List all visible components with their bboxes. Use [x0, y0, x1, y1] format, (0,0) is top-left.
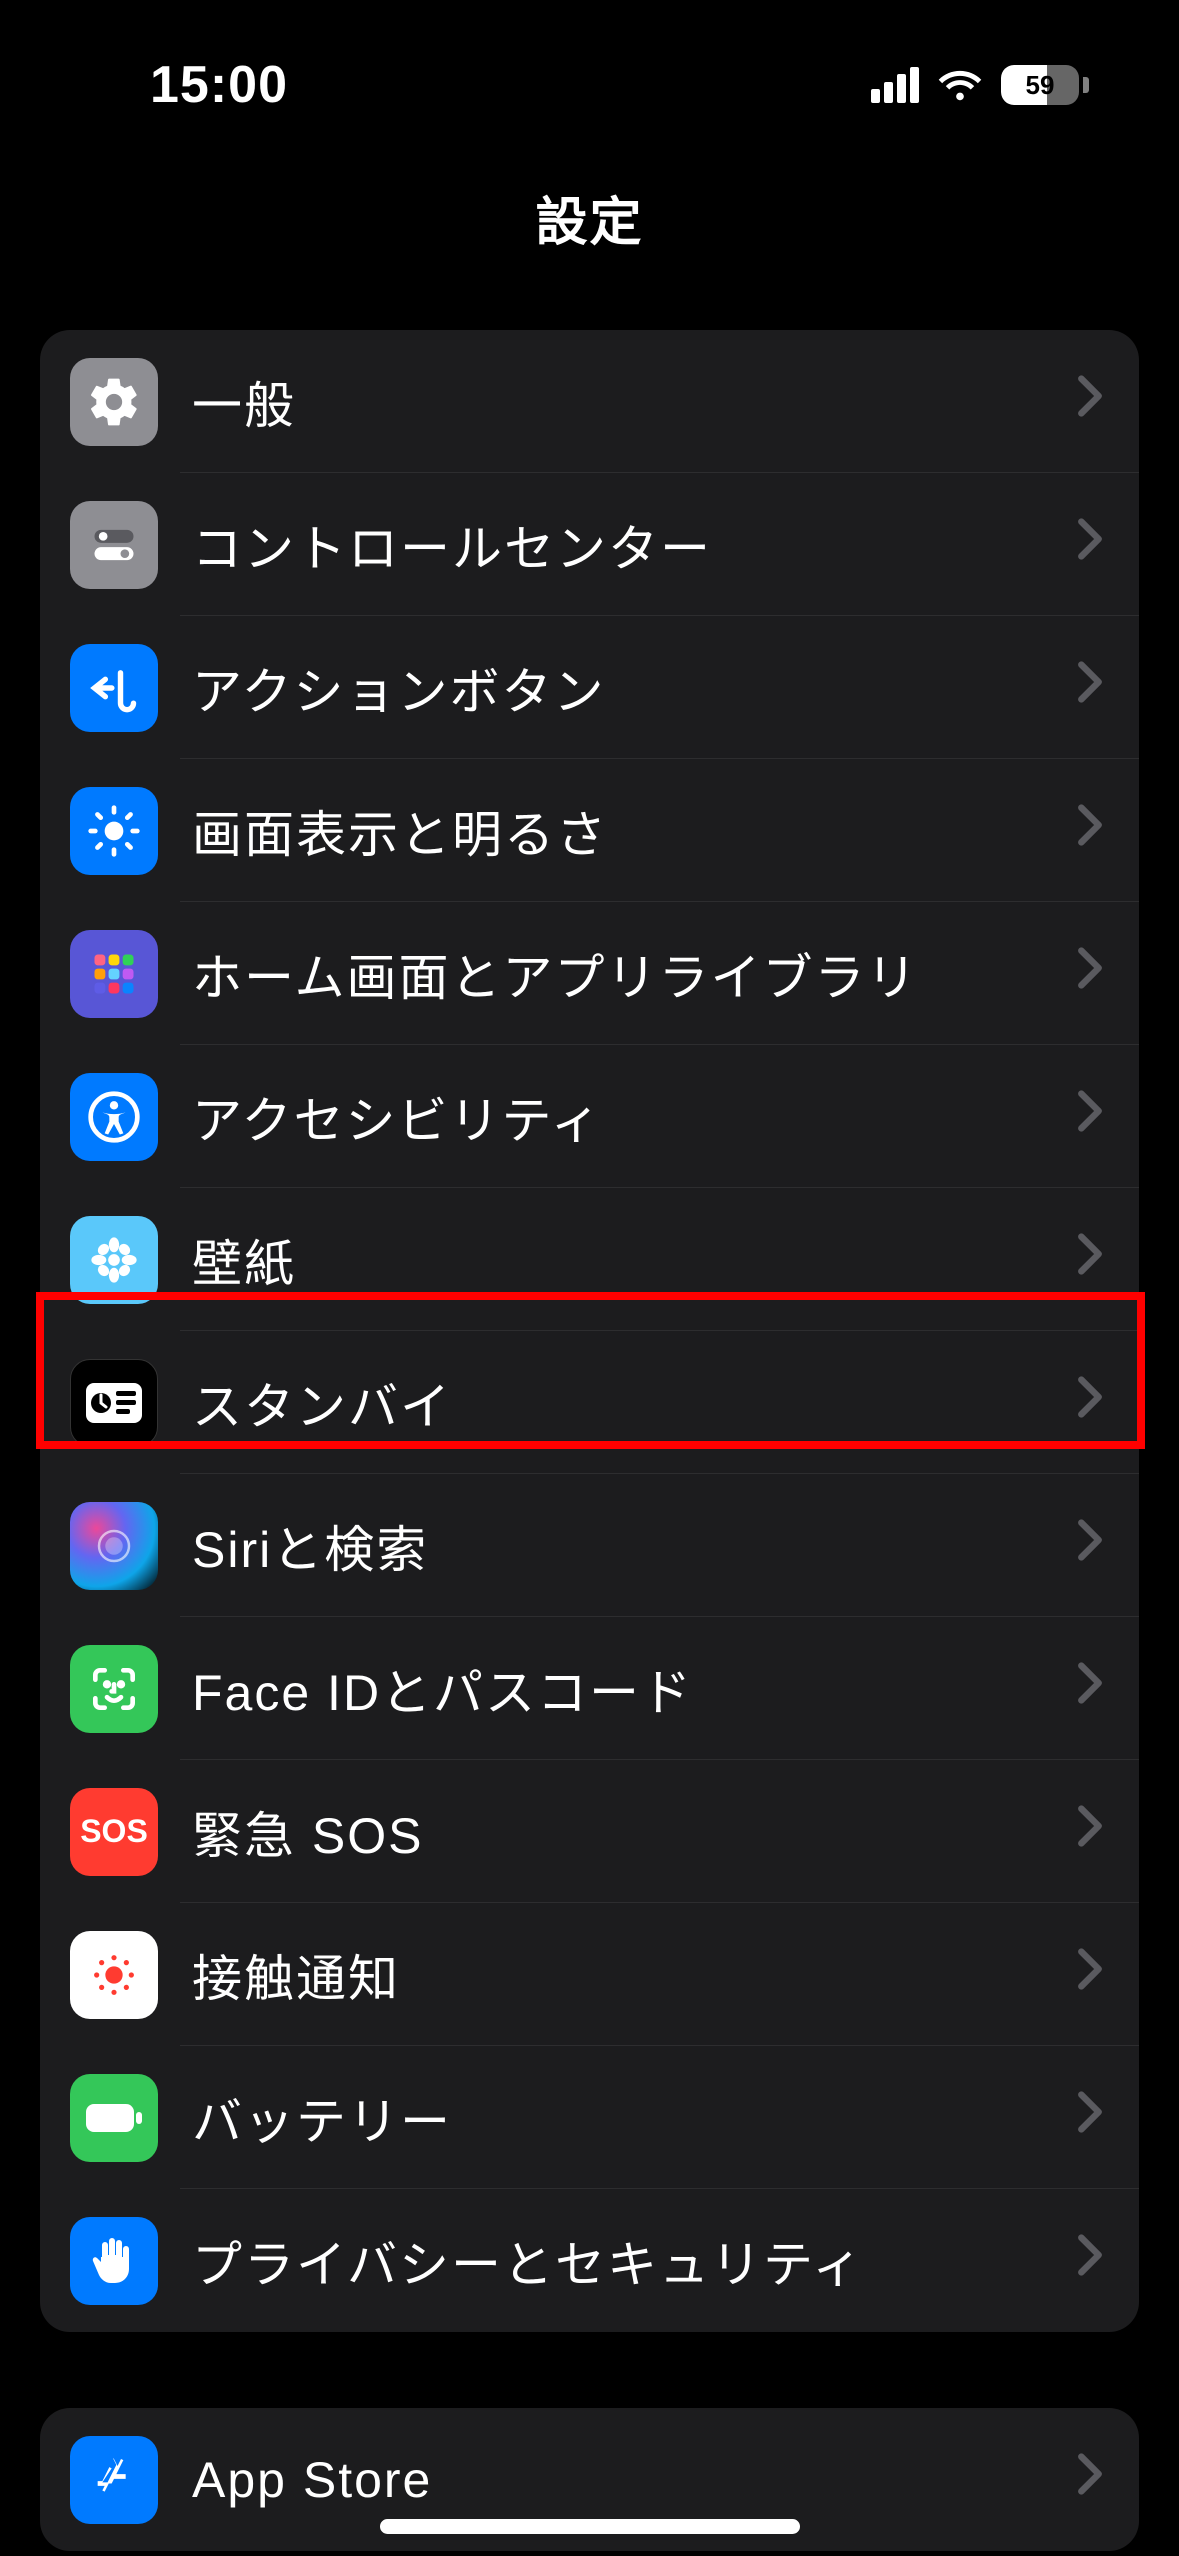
chevron-right-icon — [1077, 517, 1103, 573]
action-button-icon — [70, 644, 158, 732]
row-label: スタンバイ — [192, 1367, 1077, 1439]
settings-row-display[interactable]: 画面表示と明るさ — [40, 759, 1139, 902]
chevron-right-icon — [1077, 1232, 1103, 1288]
cellular-signal-icon — [871, 67, 919, 103]
settings-content[interactable]: 一般 コントロールセンター アクションボタン 画面表示と明るさ — [0, 300, 1179, 2556]
chevron-right-icon — [1077, 374, 1103, 430]
battery-indicator: 59 — [1001, 65, 1089, 105]
toggles-icon — [70, 501, 158, 589]
standby-icon — [70, 1359, 158, 1447]
row-label: プライバシーとセキュリティ — [192, 2225, 1077, 2297]
home-indicator[interactable] — [380, 2519, 800, 2534]
chevron-right-icon — [1077, 2452, 1103, 2508]
row-label: 壁紙 — [192, 1224, 1077, 1296]
flower-icon — [70, 1216, 158, 1304]
chevron-right-icon — [1077, 1375, 1103, 1431]
row-label: 画面表示と明るさ — [192, 795, 1077, 867]
settings-row-siri[interactable]: Siriと検索 — [40, 1474, 1139, 1617]
chevron-right-icon — [1077, 1518, 1103, 1574]
chevron-right-icon — [1077, 1661, 1103, 1717]
settings-row-sos[interactable]: SOS 緊急 SOS — [40, 1760, 1139, 1903]
settings-row-action-button[interactable]: アクションボタン — [40, 616, 1139, 759]
sos-icon: SOS — [70, 1788, 158, 1876]
chevron-right-icon — [1077, 1804, 1103, 1860]
exposure-notification-icon — [70, 1931, 158, 2019]
page-title: 設定 — [0, 180, 1179, 255]
chevron-right-icon — [1077, 1089, 1103, 1145]
row-label: Face IDとパスコード — [192, 1653, 1077, 1725]
settings-row-accessibility[interactable]: アクセシビリティ — [40, 1045, 1139, 1188]
row-label: アクションボタン — [192, 652, 1077, 724]
status-indicators: 59 — [871, 65, 1089, 106]
row-label: コントロールセンター — [192, 509, 1077, 581]
settings-row-wallpaper[interactable]: 壁紙 — [40, 1188, 1139, 1331]
accessibility-icon — [70, 1073, 158, 1161]
gear-icon — [70, 358, 158, 446]
chevron-right-icon — [1077, 1947, 1103, 2003]
navigation-bar: 設定 — [0, 180, 1179, 255]
settings-row-battery[interactable]: バッテリー — [40, 2046, 1139, 2189]
row-label: 緊急 SOS — [192, 1796, 1077, 1868]
face-id-icon — [70, 1645, 158, 1733]
row-label: App Store — [192, 2451, 1077, 2509]
status-bar: 15:00 59 — [0, 0, 1179, 140]
battery-icon — [70, 2074, 158, 2162]
chevron-right-icon — [1077, 2233, 1103, 2289]
row-label: Siriと検索 — [192, 1510, 1077, 1582]
hand-privacy-icon — [70, 2217, 158, 2305]
settings-row-general[interactable]: 一般 — [40, 330, 1139, 473]
settings-row-exposure[interactable]: 接触通知 — [40, 1903, 1139, 2046]
appstore-icon — [70, 2436, 158, 2524]
settings-row-privacy[interactable]: プライバシーとセキュリティ — [40, 2189, 1139, 2332]
settings-row-control-center[interactable]: コントロールセンター — [40, 473, 1139, 616]
chevron-right-icon — [1077, 946, 1103, 1002]
row-label: 接触通知 — [192, 1939, 1077, 2011]
chevron-right-icon — [1077, 660, 1103, 716]
brightness-icon — [70, 787, 158, 875]
chevron-right-icon — [1077, 2090, 1103, 2146]
chevron-right-icon — [1077, 803, 1103, 859]
settings-row-standby[interactable]: スタンバイ — [40, 1331, 1139, 1474]
settings-row-home-screen[interactable]: ホーム画面とアプリライブラリ — [40, 902, 1139, 1045]
wifi-icon — [937, 65, 983, 106]
row-label: ホーム画面とアプリライブラリ — [192, 938, 1077, 1010]
row-label: アクセシビリティ — [192, 1081, 1077, 1153]
status-time: 15:00 — [150, 55, 288, 115]
battery-percentage: 59 — [1026, 70, 1055, 101]
siri-icon — [70, 1502, 158, 1590]
row-label: 一般 — [192, 366, 1077, 438]
settings-row-faceid[interactable]: Face IDとパスコード — [40, 1617, 1139, 1760]
row-label: バッテリー — [192, 2082, 1077, 2154]
app-grid-icon — [70, 930, 158, 1018]
settings-section-main: 一般 コントロールセンター アクションボタン 画面表示と明るさ — [40, 330, 1139, 2332]
